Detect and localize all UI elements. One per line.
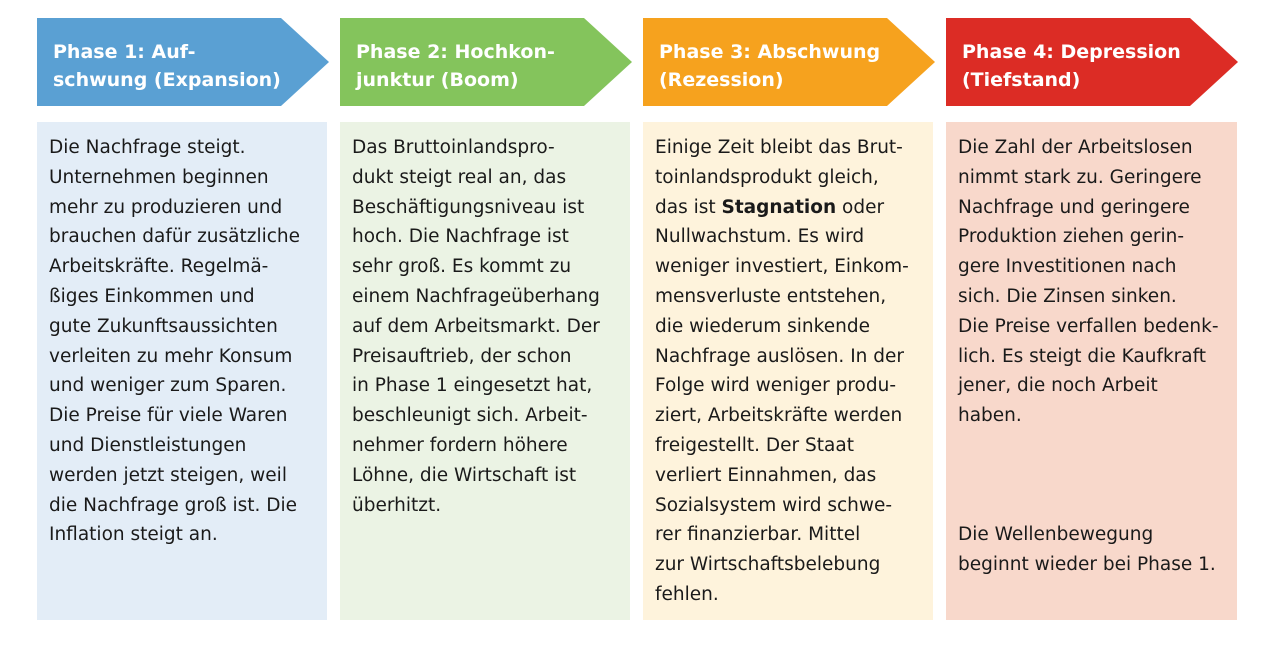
phase-3-bold-suffix: oder — [836, 196, 885, 218]
phase-3-line: mensverluste entstehen, — [655, 285, 887, 307]
phase-4-line: Die Preise verfallen bedenk- — [958, 315, 1219, 337]
phase-4-header: Phase 4: Depression (Tiefstand) — [946, 18, 1238, 106]
phase-2-line: dukt steigt real an, das — [352, 166, 567, 188]
phase-3-line: die wiederum sinkende — [655, 315, 870, 337]
phase-4-description: Die Zahl der Arbeitslosen nimmt stark zu… — [946, 122, 1237, 620]
phase-4-line: nimmt stark zu. Geringere — [958, 166, 1202, 188]
phase-3-line: rer finanzierbar. Mittel — [655, 524, 861, 546]
phase-3-line: zur Wirtschaftsbelebung — [655, 554, 881, 576]
phase-2-title: Phase 2: Hochkon- junktur (Boom) — [356, 41, 555, 91]
phase-2-line: Löhne, die Wirtschaft ist — [352, 464, 577, 486]
phase-2-column: Phase 2: Hochkon- junktur (Boom) Das Bru… — [340, 18, 632, 620]
phase-2-line: in Phase 1 eingesetzt hat, — [352, 375, 593, 397]
phase-2-line: nehmer fordern höhere — [352, 434, 568, 456]
phase-3-line: fehlen. — [655, 583, 719, 605]
phase-4-line: Produktion ziehen gerin- — [958, 226, 1185, 248]
phase-3-line: Sozialsystem wird schwe- — [655, 494, 893, 516]
phase-1-header: Phase 1: Auf- schwung (Expansion) — [37, 18, 329, 106]
phase-4-line: sich. Die Zinsen sinken. — [958, 285, 1177, 307]
phase-3-bold-line: das ist Stagnation oder — [655, 193, 923, 223]
phase-4-line: lich. Es steigt die Kaufkraft — [958, 345, 1207, 367]
phase-1-line: Unternehmen beginnen — [49, 166, 269, 188]
phase-3-line: weniger investiert, Einkom- — [655, 256, 909, 278]
phase-1-line: und Dienstleistungen — [49, 434, 247, 456]
phase-2-line: Das Bruttoinlandspro- — [352, 137, 555, 158]
phase-2-description: Das Bruttoinlandspro- dukt steigt real a… — [340, 122, 630, 620]
phase-4-title: Phase 4: Depression (Tiefstand) — [962, 41, 1181, 91]
phase-3-bold-prefix: das ist — [655, 196, 722, 218]
phase-3-title: Phase 3: Abschwung (Rezession) — [659, 41, 881, 91]
phase-3-line: Nachfrage auslösen. In der — [655, 345, 904, 367]
phase-2-line: einem Nachfrageüberhang — [352, 285, 600, 307]
phase-1-line: Inflation steigt an. — [49, 524, 218, 546]
phase-3-description: Einige Zeit bleibt das Brut- toinlandspr… — [643, 122, 933, 620]
phase-2-header: Phase 2: Hochkon- junktur (Boom) — [340, 18, 632, 106]
phase-3-line: Folge wird weniger produ- — [655, 375, 897, 397]
phase-1-line: Die Preise für viele Waren — [49, 405, 288, 427]
phase-2-line: überhitzt. — [352, 494, 442, 516]
phase-1-line: verleiten zu mehr Konsum — [49, 345, 293, 367]
phase-4-line: gere Investitionen nach — [958, 256, 1177, 278]
phase-4-line: haben. — [958, 405, 1022, 427]
phase-4-closing-line: beginnt wieder bei Phase 1. — [958, 554, 1216, 576]
phase-1-description: Die Nachfrage steigt. Unternehmen beginn… — [37, 122, 327, 620]
stagnation-term: Stagnation — [721, 196, 837, 218]
phase-3-line: toinlandsprodukt gleich, — [655, 166, 879, 188]
phase-2-line: auf dem Arbeitsmarkt. Der — [352, 315, 600, 337]
phase-3-column: Phase 3: Abschwung (Rezession) Einige Ze… — [643, 18, 935, 620]
phase-1-line: Arbeitskräfte. Regelmä- — [49, 256, 269, 278]
phase-4-line: Nachfrage und geringere — [958, 196, 1190, 218]
phase-1-column: Phase 1: Auf- schwung (Expansion) Die Na… — [37, 18, 329, 620]
phase-1-line: und weniger zum Sparen. — [49, 375, 287, 397]
phase-4-line: Die Zahl der Arbeitslosen — [958, 137, 1193, 158]
phase-1-title: Phase 1: Auf- schwung (Expansion) — [53, 41, 281, 91]
phase-1-line: brauchen dafür zusätzliche — [49, 226, 301, 248]
phase-1-line: werden jetzt steigen, weil — [49, 464, 287, 486]
phase-3-line: Nullwachstum. Es wird — [655, 226, 865, 248]
phase-4-closing-line: Die Wellenbewegung — [958, 524, 1154, 546]
phase-2-line: Preisauftrieb, der schon — [352, 345, 572, 367]
phase-4-line: jener, die noch Arbeit — [958, 375, 1158, 397]
phase-3-line: Einige Zeit bleibt das Brut- — [655, 137, 903, 158]
phase-2-line: Beschäftigungsniveau ist — [352, 196, 585, 218]
phase-3-line: freigestellt. Der Staat — [655, 434, 854, 456]
phase-1-line: Die Nachfrage steigt. — [49, 137, 246, 158]
phase-3-line: ziert, Arbeitskräfte werden — [655, 405, 903, 427]
phase-1-line: gute Zukunftsaussichten — [49, 315, 278, 337]
phase-3-header: Phase 3: Abschwung (Rezession) — [643, 18, 935, 106]
phase-2-line: beschleunigt sich. Arbeit- — [352, 405, 588, 427]
phase-4-gap — [958, 431, 1227, 520]
phase-2-line: hoch. Die Nachfrage ist — [352, 226, 569, 248]
phase-1-line: ßiges Einkommen und — [49, 285, 255, 307]
phase-1-line: mehr zu produzieren und — [49, 196, 283, 218]
phase-4-column: Phase 4: Depression (Tiefstand) Die Zahl… — [946, 18, 1238, 620]
phase-2-line: sehr groß. Es kommt zu — [352, 256, 572, 278]
phase-3-line: verliert Einnahmen, das — [655, 464, 877, 486]
phase-1-line: die Nachfrage groß ist. Die — [49, 494, 298, 516]
